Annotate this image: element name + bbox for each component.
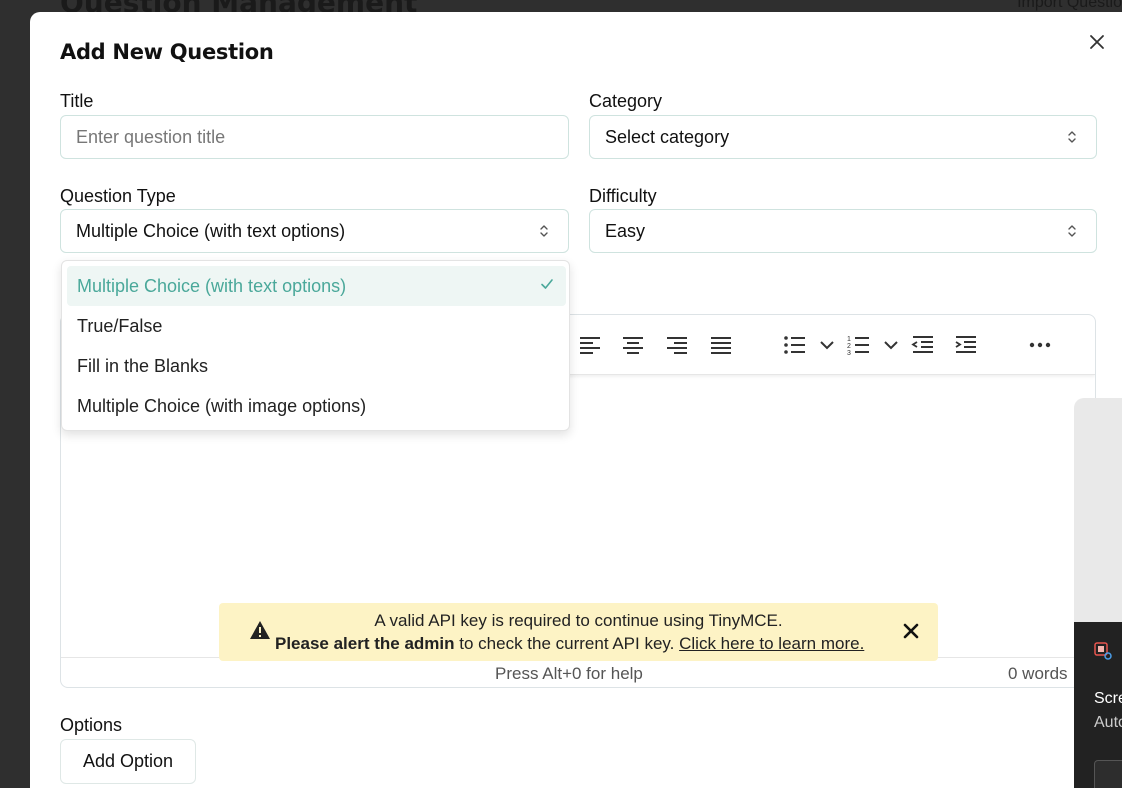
dropdown-option-label: True/False	[77, 315, 163, 336]
chevron-down-icon[interactable]	[815, 333, 839, 357]
dropdown-option-label: Fill in the Blanks	[77, 355, 209, 376]
add-option-button[interactable]: Add Option	[60, 739, 196, 784]
svg-text:2: 2	[847, 343, 851, 350]
title-input[interactable]: Enter question title	[60, 115, 569, 159]
align-justify-icon[interactable]	[709, 333, 733, 357]
snipping-tool-icon	[1094, 642, 1112, 660]
screenshot-notification[interactable]: Scre Auto	[1074, 622, 1122, 788]
check-icon	[541, 279, 553, 289]
numbered-list-icon[interactable]: 1 2 3	[847, 333, 871, 357]
dropdown-option-true-false[interactable]: True/False	[67, 306, 566, 346]
modal-title: Add New Question	[60, 40, 274, 64]
learn-more-link[interactable]: Click here to learn more.	[679, 634, 864, 653]
title-placeholder: Enter question title	[76, 126, 226, 147]
notification-subtitle: Auto	[1094, 714, 1122, 731]
indent-icon[interactable]	[954, 333, 978, 357]
chevron-down-icon[interactable]	[879, 333, 903, 357]
dropdown-option-text-choice[interactable]: Multiple Choice (with text options)	[67, 266, 566, 306]
align-left-icon[interactable]	[578, 333, 602, 357]
dropdown-option-label: Multiple Choice (with text options)	[77, 275, 347, 296]
svg-text:3: 3	[847, 350, 851, 357]
more-icon[interactable]	[1028, 333, 1052, 357]
editor-help-text: Press Alt+0 for help	[495, 664, 643, 683]
dropdown-option-fill-blanks[interactable]: Fill in the Blanks	[67, 346, 566, 386]
difficulty-label: Difficulty	[589, 186, 657, 206]
warning-bold-text: Please alert the admin	[275, 634, 455, 653]
category-select[interactable]: Select category	[589, 115, 1097, 159]
chevron-up-down-icon	[1068, 225, 1076, 237]
editor-statusbar: Press Alt+0 for help 0 words	[61, 657, 1095, 687]
chevron-up-down-icon	[1068, 131, 1076, 143]
notification-title: Scre	[1094, 690, 1122, 707]
warning-message: A valid API key is required to continue …	[374, 611, 783, 630]
word-count: 0 words	[1008, 664, 1068, 683]
dropdown-option-image-choice[interactable]: Multiple Choice (with image options)	[67, 386, 566, 426]
difficulty-value: Easy	[605, 220, 646, 241]
difficulty-select[interactable]: Easy	[589, 209, 1097, 253]
dropdown-option-label: Multiple Choice (with image options)	[77, 395, 367, 416]
align-center-icon[interactable]	[621, 333, 645, 357]
question-type-dropdown: Multiple Choice (with text options) True…	[61, 260, 570, 431]
question-type-select[interactable]: Multiple Choice (with text options)	[60, 209, 569, 253]
category-label: Category	[589, 91, 663, 111]
align-right-icon[interactable]	[665, 333, 689, 357]
chevron-up-down-icon	[540, 225, 548, 237]
warning-middle-text: to check the current API key.	[454, 634, 680, 653]
category-value: Select category	[605, 126, 730, 147]
outdent-icon[interactable]	[911, 333, 935, 357]
question-type-value: Multiple Choice (with text options)	[76, 220, 346, 241]
api-key-warning: A valid API key is required to continue …	[219, 603, 938, 661]
question-type-label: Question Type	[60, 186, 176, 206]
close-icon[interactable]	[1087, 32, 1107, 52]
options-label: Options	[60, 715, 123, 735]
close-icon[interactable]	[902, 622, 920, 640]
title-label: Title	[60, 91, 94, 111]
bullet-list-icon[interactable]	[783, 333, 807, 357]
svg-text:1: 1	[847, 336, 851, 343]
import-questions-button[interactable]: Import Questio	[1017, 0, 1122, 12]
warning-detail: Please alert the admin to check the curr…	[275, 634, 864, 654]
notification-button[interactable]	[1094, 760, 1122, 788]
